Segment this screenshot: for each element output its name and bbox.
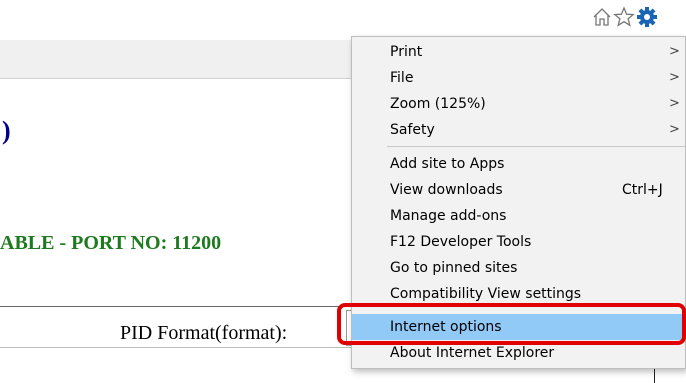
menu-item-label: F12 Developer Tools (390, 234, 532, 250)
menu-item-label: View downloads (390, 182, 503, 198)
menu-item-file[interactable]: File > (352, 65, 685, 91)
menu-item-label: Go to pinned sites (390, 260, 518, 276)
divider (0, 347, 360, 348)
menu-item-view-downloads[interactable]: View downloads Ctrl+J (352, 177, 685, 203)
gear-icon[interactable] (636, 6, 658, 28)
highlight-annotation (337, 303, 686, 345)
page-header-strip (0, 40, 360, 79)
menu-item-label: Manage add-ons (390, 208, 507, 224)
chevron-right-icon: > (669, 44, 680, 59)
menu-item-pinned-sites[interactable]: Go to pinned sites (352, 255, 685, 281)
pid-format-label: PID Format(format): (120, 322, 288, 344)
menu-item-label: File (390, 70, 414, 86)
chevron-right-icon: > (669, 70, 680, 85)
menu-item-label: Safety (390, 122, 435, 138)
chevron-right-icon: > (669, 96, 680, 111)
shortcut-label: Ctrl+J (622, 182, 663, 198)
menu-item-manage-add-ons[interactable]: Manage add-ons (352, 203, 685, 229)
star-icon[interactable] (613, 6, 635, 28)
menu-separator (387, 146, 685, 147)
menu-item-zoom[interactable]: Zoom (125%) > (352, 91, 685, 117)
menu-item-developer-tools[interactable]: F12 Developer Tools (352, 229, 685, 255)
chevron-right-icon: > (669, 122, 680, 137)
menu-item-safety[interactable]: Safety > (352, 117, 685, 143)
menu-item-add-site-to-apps[interactable]: Add site to Apps (352, 151, 685, 177)
port-status-text: ABLE - PORT NO: 11200 (0, 232, 222, 254)
home-icon[interactable] (591, 6, 613, 28)
menu-item-label: Print (390, 44, 423, 60)
divider (0, 306, 360, 307)
menu-item-print[interactable]: Print > (352, 39, 685, 65)
page-heading: ) (2, 116, 11, 145)
menu-item-label: Add site to Apps (390, 156, 505, 172)
menu-item-label: Zoom (125%) (390, 96, 486, 112)
